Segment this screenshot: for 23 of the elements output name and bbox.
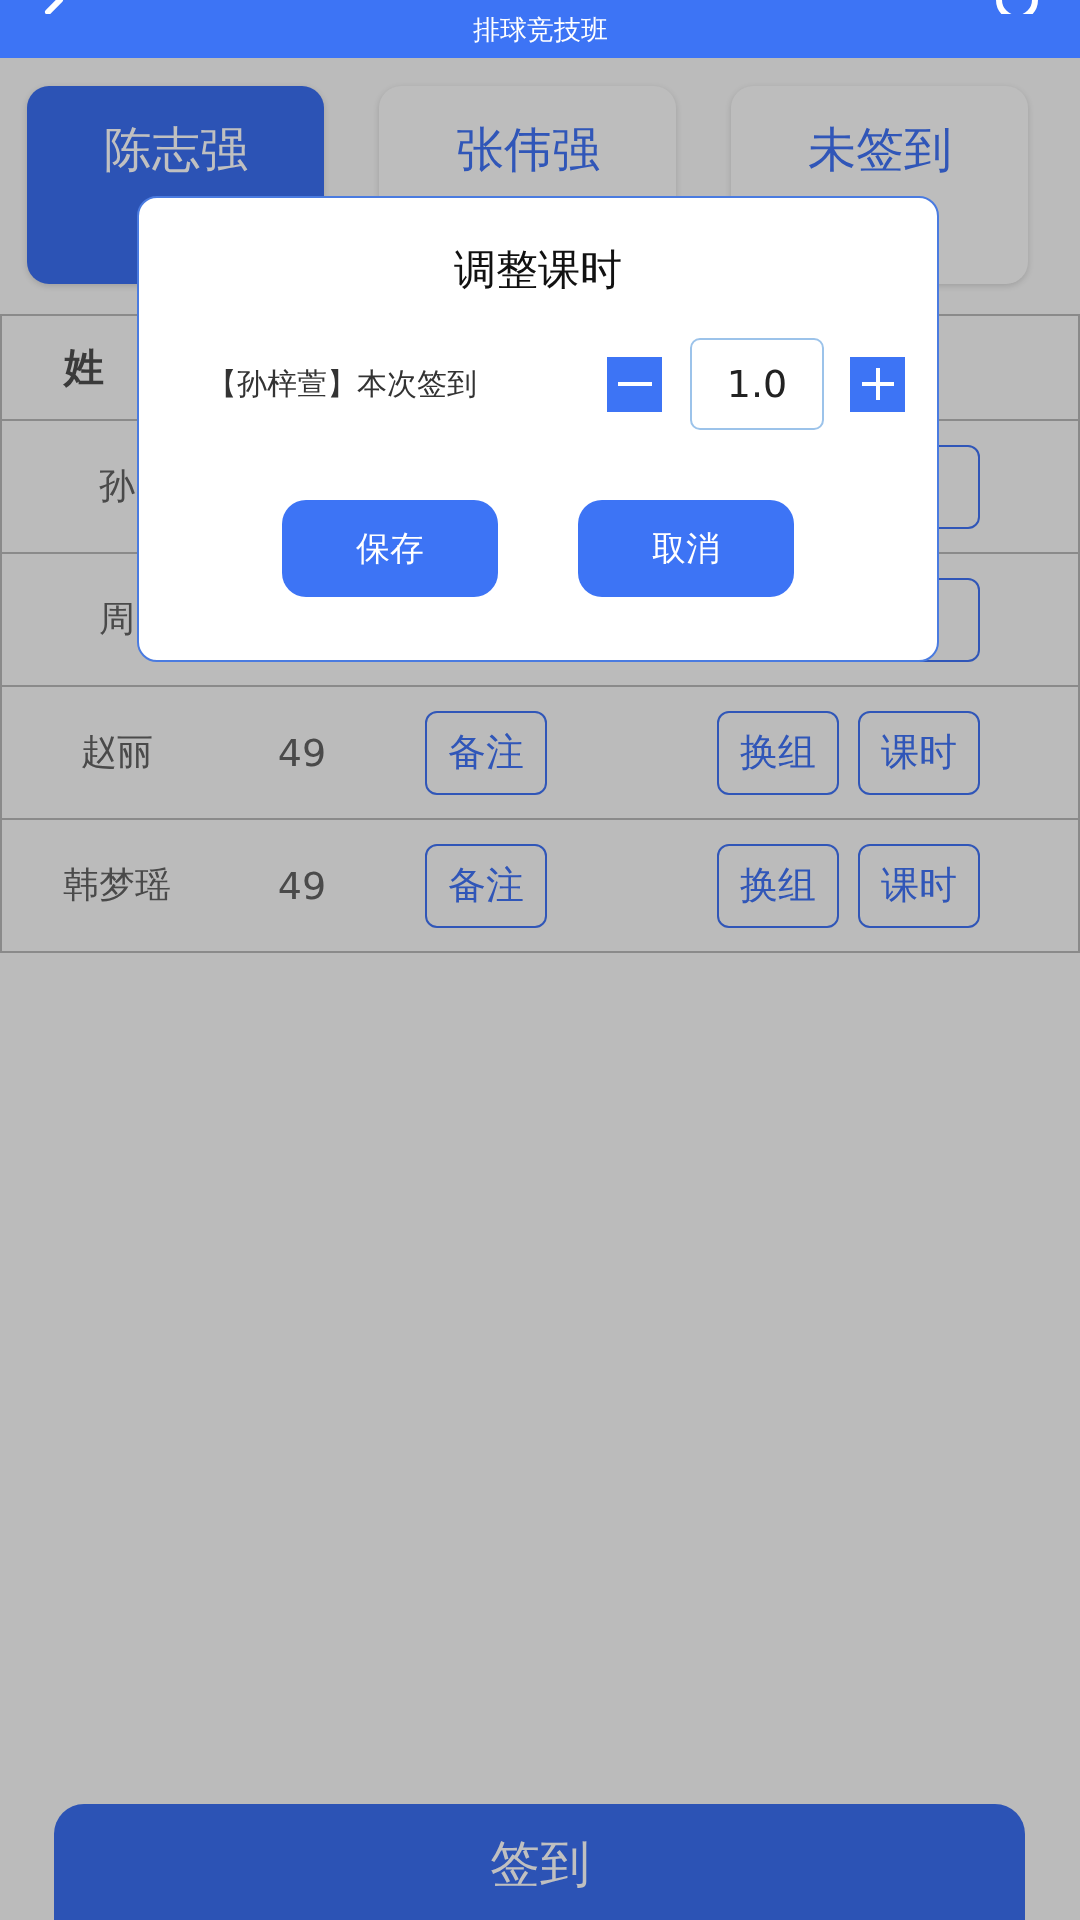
plus-icon xyxy=(861,368,894,400)
action-button[interactable]: 课时 xyxy=(858,710,980,795)
sign-in-button[interactable]: 签到 xyxy=(54,1804,1025,1920)
dialog-button[interactable]: 取消 xyxy=(578,500,794,597)
lesson-count: 49 xyxy=(276,863,328,908)
action-button[interactable]: 换组 xyxy=(717,710,839,795)
action-button[interactable]: 课时 xyxy=(858,843,980,928)
note-button[interactable]: 备注 xyxy=(425,843,547,928)
minus-icon xyxy=(617,382,652,386)
lesson-count: 49 xyxy=(276,730,328,775)
plus-button[interactable] xyxy=(850,356,905,412)
student-name: 孙 xyxy=(98,464,136,508)
hours-field[interactable]: 1.0 xyxy=(690,338,824,430)
minus-button[interactable] xyxy=(607,356,662,412)
student-name: 赵丽 xyxy=(80,730,154,774)
student-name: 韩梦瑶 xyxy=(62,863,172,907)
student-name: 周 xyxy=(98,597,136,641)
note-button[interactable]: 备注 xyxy=(425,710,547,795)
page-title: 排球竞技班 xyxy=(472,13,608,47)
column-heading: 姓 xyxy=(64,343,104,392)
dialog-button[interactable]: 保存 xyxy=(282,500,498,597)
action-button[interactable]: 换组 xyxy=(717,843,839,928)
dialog-label: 【孙梓萱】本次签到 xyxy=(207,364,478,403)
